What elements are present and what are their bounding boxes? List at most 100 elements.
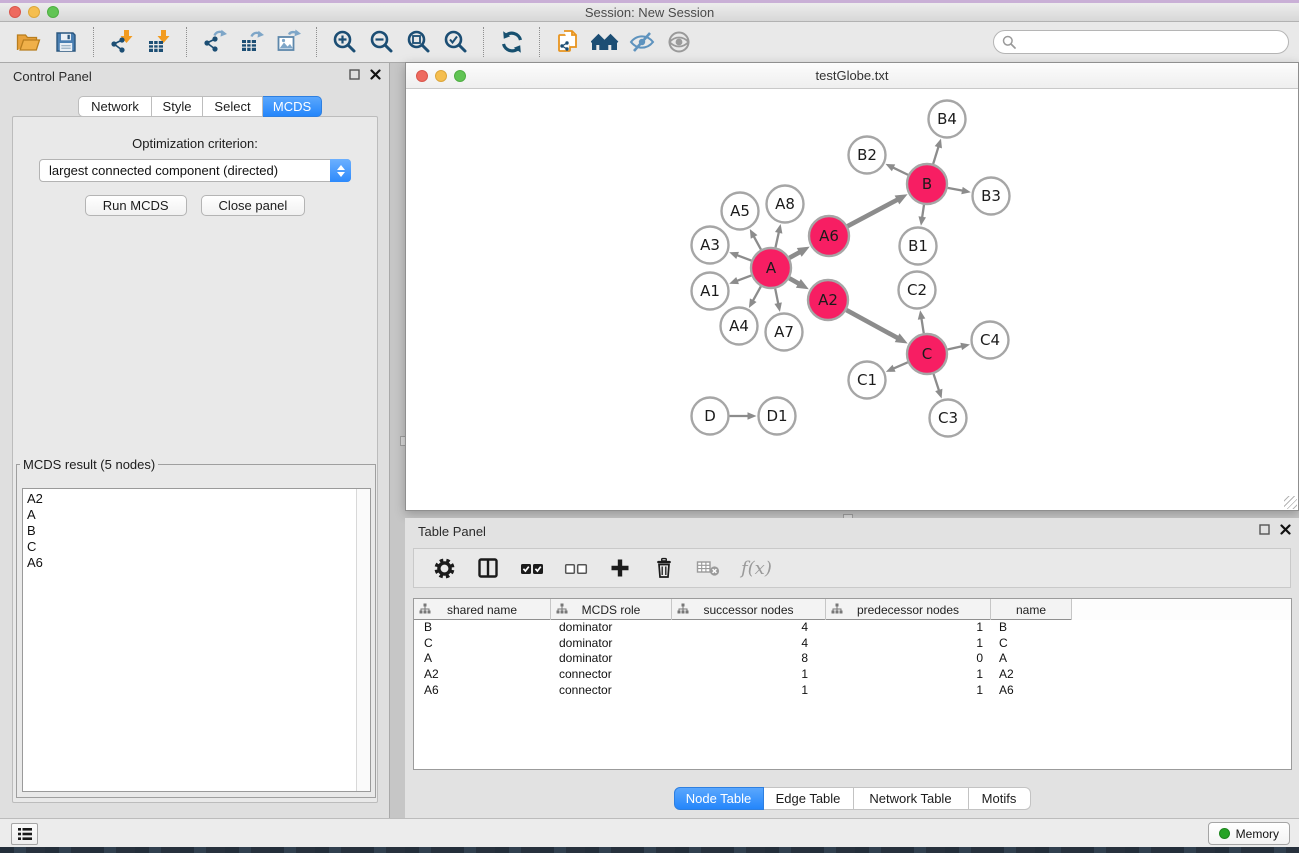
hide-selected-icon[interactable]	[623, 25, 660, 59]
edge-A6-B[interactable]	[848, 199, 899, 226]
mcds-list-scrollbar[interactable]	[356, 489, 370, 791]
table-row[interactable]: Bdominator41B	[414, 620, 1291, 636]
table-cell[interactable]: 0	[826, 651, 991, 667]
edge-A-A1[interactable]	[736, 275, 752, 281]
table-cell[interactable]: 8	[672, 651, 826, 667]
table-cell[interactable]: 1	[826, 620, 991, 636]
table-cell[interactable]: A6	[991, 683, 1072, 699]
show-all-icon[interactable]	[660, 25, 697, 59]
edge-C-C1[interactable]	[892, 362, 907, 369]
table-cell[interactable]: 4	[672, 620, 826, 636]
mcds-result-item[interactable]: A	[27, 507, 370, 523]
search-field[interactable]	[993, 30, 1289, 54]
search-input[interactable]	[1021, 35, 1280, 50]
refresh-icon[interactable]	[493, 25, 530, 59]
table-cell[interactable]: 1	[826, 683, 991, 699]
edge-B-B1[interactable]	[922, 205, 924, 219]
table-cell[interactable]: B	[991, 620, 1072, 636]
table-cell[interactable]: dominator	[551, 651, 672, 667]
table-cell[interactable]: A	[991, 651, 1072, 667]
table-cell[interactable]: A	[414, 651, 551, 667]
settings-gear-icon[interactable]	[430, 554, 458, 582]
edge-B-B3[interactable]	[948, 188, 964, 191]
zoom-selected-icon[interactable]	[437, 25, 474, 59]
tab-node-table[interactable]: Node Table	[674, 787, 764, 810]
table-cell[interactable]: A6	[414, 683, 551, 699]
edge-B-B4[interactable]	[933, 145, 939, 164]
column-header-successor-nodes[interactable]: successor nodes	[672, 599, 826, 620]
table-cell[interactable]: connector	[551, 683, 672, 699]
tab-edge-table[interactable]: Edge Table	[764, 787, 854, 810]
save-session-icon[interactable]	[47, 25, 84, 59]
tab-network[interactable]: Network	[78, 96, 152, 117]
table-cell[interactable]: 1	[672, 683, 826, 699]
float-panel-icon[interactable]	[1259, 524, 1270, 535]
column-header-MCDS-role[interactable]: MCDS role	[551, 599, 672, 620]
table-row[interactable]: Adominator80A	[414, 651, 1291, 667]
run-mcds-button[interactable]: Run MCDS	[85, 195, 187, 216]
table-cell[interactable]: connector	[551, 667, 672, 683]
edge-C-C2[interactable]	[921, 317, 924, 333]
table-cell[interactable]: C	[414, 636, 551, 652]
table-cell[interactable]: 1	[826, 636, 991, 652]
edge-B-B2[interactable]	[892, 167, 908, 175]
edge-C-C3[interactable]	[934, 374, 940, 392]
table-row[interactable]: Cdominator41C	[414, 636, 1291, 652]
edge-A2-C[interactable]	[846, 310, 898, 339]
edge-A-A7[interactable]	[775, 289, 778, 305]
network-view-window[interactable]: testGlobe.txt AA1A2A3A4A5A6A7A8BB1B2B3B4…	[405, 62, 1299, 511]
tab-select[interactable]: Select	[203, 96, 263, 117]
table-cell[interactable]: A2	[414, 667, 551, 683]
table-cell[interactable]: 1	[826, 667, 991, 683]
network-canvas[interactable]: AA1A2A3A4A5A6A7A8BB1B2B3B4CC1C2C3C4DD1	[406, 89, 1298, 510]
float-panel-icon[interactable]	[349, 69, 360, 80]
table-cell[interactable]: B	[414, 620, 551, 636]
home-icon[interactable]	[586, 25, 623, 59]
memory-button[interactable]: Memory	[1208, 822, 1290, 845]
column-header-name[interactable]: name	[991, 599, 1072, 620]
mcds-result-item[interactable]: A6	[27, 555, 370, 571]
window-resize-grip[interactable]	[1284, 496, 1297, 509]
deselect-all-checkboxes-icon[interactable]	[562, 554, 590, 582]
column-header-shared-name[interactable]: shared name	[414, 599, 551, 620]
export-image-icon[interactable]	[270, 25, 307, 59]
table-cell[interactable]: A2	[991, 667, 1072, 683]
table-cell[interactable]: 1	[672, 667, 826, 683]
duplicate-network-icon[interactable]	[549, 25, 586, 59]
mcds-result-list[interactable]: A2ABCA6	[22, 488, 371, 792]
select-all-checkboxes-icon[interactable]	[518, 554, 546, 582]
delete-table-icon[interactable]	[694, 554, 722, 582]
import-network-icon[interactable]	[103, 25, 140, 59]
table-cell[interactable]: 4	[672, 636, 826, 652]
edge-C-C4[interactable]	[947, 346, 963, 349]
column-header-predecessor-nodes[interactable]: predecessor nodes	[826, 599, 991, 620]
export-network-icon[interactable]	[196, 25, 233, 59]
zoom-out-icon[interactable]	[363, 25, 400, 59]
delete-column-icon[interactable]	[650, 554, 678, 582]
table-cell[interactable]: dominator	[551, 620, 672, 636]
edge-A-A5[interactable]	[753, 235, 761, 249]
mcds-result-item[interactable]: A2	[27, 491, 370, 507]
tab-mcds[interactable]: MCDS	[263, 96, 322, 117]
zoom-in-icon[interactable]	[326, 25, 363, 59]
task-history-button[interactable]	[11, 823, 38, 845]
mcds-result-item[interactable]: C	[27, 539, 370, 555]
close-panel-icon[interactable]	[370, 69, 381, 80]
edge-A-A8[interactable]	[775, 231, 779, 248]
tab-network-table[interactable]: Network Table	[854, 787, 969, 810]
criterion-dropdown[interactable]: largest connected component (directed)	[39, 159, 351, 182]
export-table-icon[interactable]	[233, 25, 270, 59]
show-columns-icon[interactable]	[474, 554, 502, 582]
table-row[interactable]: A6connector11A6	[414, 683, 1291, 699]
mcds-result-item[interactable]: B	[27, 523, 370, 539]
table-row[interactable]: A2connector11A2	[414, 667, 1291, 683]
open-session-icon[interactable]	[10, 25, 47, 59]
node-table[interactable]: shared nameMCDS rolesuccessor nodesprede…	[413, 598, 1292, 770]
table-cell[interactable]: C	[991, 636, 1072, 652]
close-panel-button[interactable]: Close panel	[201, 195, 306, 216]
zoom-fit-icon[interactable]	[400, 25, 437, 59]
import-table-icon[interactable]	[140, 25, 177, 59]
edge-A-A4[interactable]	[752, 286, 761, 302]
table-cell[interactable]: dominator	[551, 636, 672, 652]
tab-motifs[interactable]: Motifs	[969, 787, 1031, 810]
